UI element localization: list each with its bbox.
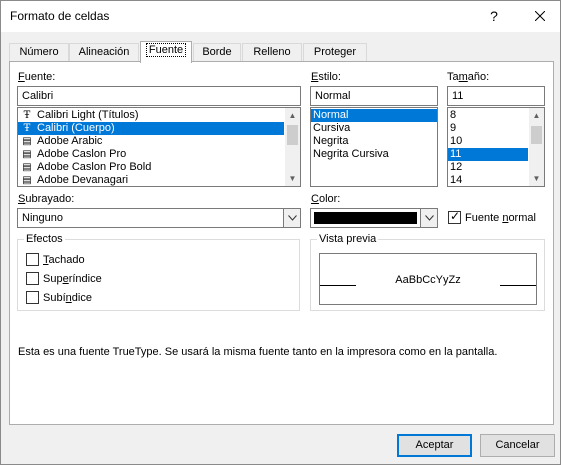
title-bar: Formato de celdas ? (1, 1, 560, 32)
style-list-item-label: Cursiva (313, 122, 351, 134)
preview-sample: AaBbCcYyZz (395, 274, 461, 286)
font-list-item-label: Calibri (Cuerpo) (37, 122, 115, 134)
preview-box: AaBbCcYyZz (319, 253, 537, 305)
font-list-item[interactable]: ▤ Adobe Caslon Pro (18, 148, 284, 161)
size-list-item[interactable]: 14 (448, 174, 528, 186)
color-label: Color: (311, 193, 341, 205)
cancel-button[interactable]: Cancelar (480, 434, 555, 457)
superscript-checkbox[interactable] (26, 272, 39, 285)
underline-value: Ninguno (22, 212, 63, 224)
font-label: Fuente: (18, 71, 56, 83)
style-list-item-label: Negrita (313, 135, 349, 147)
font-list-item-label: Adobe Caslon Pro Bold (37, 161, 152, 173)
subscript-checkbox[interactable] (26, 291, 39, 304)
truetype-font-icon: Ŧ (23, 123, 31, 134)
size-list-item-label: 8 (450, 109, 457, 121)
size-list-item[interactable]: 10 (448, 135, 528, 148)
style-input[interactable]: Normal (310, 86, 438, 106)
info-text: Esta es una fuente TrueType. Se usará la… (18, 346, 498, 358)
effects-title: Efectos (24, 233, 65, 245)
underline-select[interactable]: Ninguno (17, 208, 301, 228)
style-list-item[interactable]: Cursiva (311, 122, 437, 135)
format-cells-dialog: Formato de celdas ? Número Alineación Fu… (0, 0, 561, 465)
color-picker[interactable] (310, 208, 438, 228)
size-list-item[interactable]: 11 (448, 148, 528, 161)
size-list-item-label: 10 (450, 135, 463, 147)
help-button[interactable]: ? (476, 1, 512, 32)
accept-button[interactable]: Aceptar (397, 434, 472, 457)
preview-title: Vista previa (317, 233, 379, 245)
size-list-item-label: 14 (450, 174, 463, 186)
subscript-label: Subíndice (43, 292, 92, 304)
normal-font-checkbox[interactable] (448, 209, 461, 224)
close-button[interactable] (522, 1, 558, 32)
font-list-item-label: Adobe Caslon Pro (37, 148, 127, 160)
style-list-item[interactable]: Normal (311, 109, 437, 122)
style-list-item[interactable]: Negrita (311, 135, 437, 148)
size-list[interactable]: 8 9 10 11 12 14 ▲ ▼ (447, 107, 545, 187)
strikethrough-label: Tachado (43, 254, 85, 266)
size-label: Tamaño: (447, 71, 490, 83)
color-swatch (314, 212, 417, 224)
font-input[interactable]: Calibri (17, 86, 301, 106)
scroll-down-icon[interactable]: ▼ (529, 171, 544, 186)
font-list[interactable]: Ŧ Calibri Light (Títulos) Ŧ Calibri (Cuerpo… (17, 107, 301, 187)
font-list-item[interactable]: Ŧ Calibri Light (Títulos) (18, 109, 284, 122)
font-list-item[interactable]: ▤ Adobe Caslon Pro Bold (18, 161, 284, 174)
size-list-item[interactable]: 12 (448, 161, 528, 174)
style-label: Estilo: (311, 71, 341, 83)
scroll-thumb[interactable] (531, 126, 542, 144)
close-icon (534, 10, 546, 22)
opentype-font-icon: ▤ (22, 136, 32, 147)
style-list[interactable]: Normal Cursiva Negrita Negrita Cursiva (310, 107, 438, 187)
opentype-font-icon: ▤ (22, 149, 32, 160)
strikethrough-checkbox[interactable] (26, 253, 39, 266)
font-list-item-label: Adobe Arabic (37, 135, 103, 147)
scroll-up-icon[interactable]: ▲ (529, 108, 544, 123)
tab-numero[interactable]: Número (9, 43, 69, 62)
size-list-scrollbar[interactable]: ▲ ▼ (529, 108, 544, 186)
font-list-item-label: Calibri Light (Títulos) (37, 109, 139, 121)
size-list-item-label: 11 (450, 148, 462, 160)
chevron-down-icon[interactable] (420, 209, 437, 227)
size-input[interactable]: 11 (447, 86, 545, 106)
font-list-item-label: Adobe Devanagari (37, 174, 129, 186)
normal-font-label: Fuente normal (465, 212, 536, 224)
scroll-down-icon[interactable]: ▼ (285, 171, 300, 186)
tab-alineacion[interactable]: Alineación (69, 43, 139, 62)
size-list-item-label: 12 (450, 161, 463, 173)
opentype-font-icon: ▤ (22, 162, 32, 173)
scroll-thumb[interactable] (287, 125, 298, 145)
style-list-item-label: Normal (313, 109, 349, 121)
tab-fuente[interactable]: Fuente (140, 41, 192, 63)
size-list-item-label: 9 (450, 122, 457, 134)
superscript-label: Superíndice (43, 273, 102, 285)
truetype-font-icon: Ŧ (23, 110, 31, 121)
style-list-item-label: Negrita Cursiva (313, 148, 389, 160)
size-list-item[interactable]: 9 (448, 122, 528, 135)
style-list-item[interactable]: Negrita Cursiva (311, 148, 437, 161)
size-list-item[interactable]: 8 (448, 109, 528, 122)
tab-borde[interactable]: Borde (193, 43, 241, 62)
tab-relleno[interactable]: Relleno (242, 43, 302, 62)
font-list-scrollbar[interactable]: ▲ ▼ (285, 108, 300, 186)
font-list-item[interactable]: ▤ Adobe Arabic (18, 135, 284, 148)
font-list-item[interactable]: Ŧ Calibri (Cuerpo) (18, 122, 284, 135)
opentype-font-icon: ▤ (22, 175, 32, 186)
font-list-item[interactable]: ▤ Adobe Devanagari (18, 174, 284, 186)
chevron-down-icon[interactable] (283, 209, 300, 227)
scroll-up-icon[interactable]: ▲ (285, 108, 300, 123)
tab-proteger[interactable]: Proteger (303, 43, 367, 62)
dialog-title: Formato de celdas (10, 9, 110, 23)
underline-label: Subrayado: (18, 193, 75, 205)
